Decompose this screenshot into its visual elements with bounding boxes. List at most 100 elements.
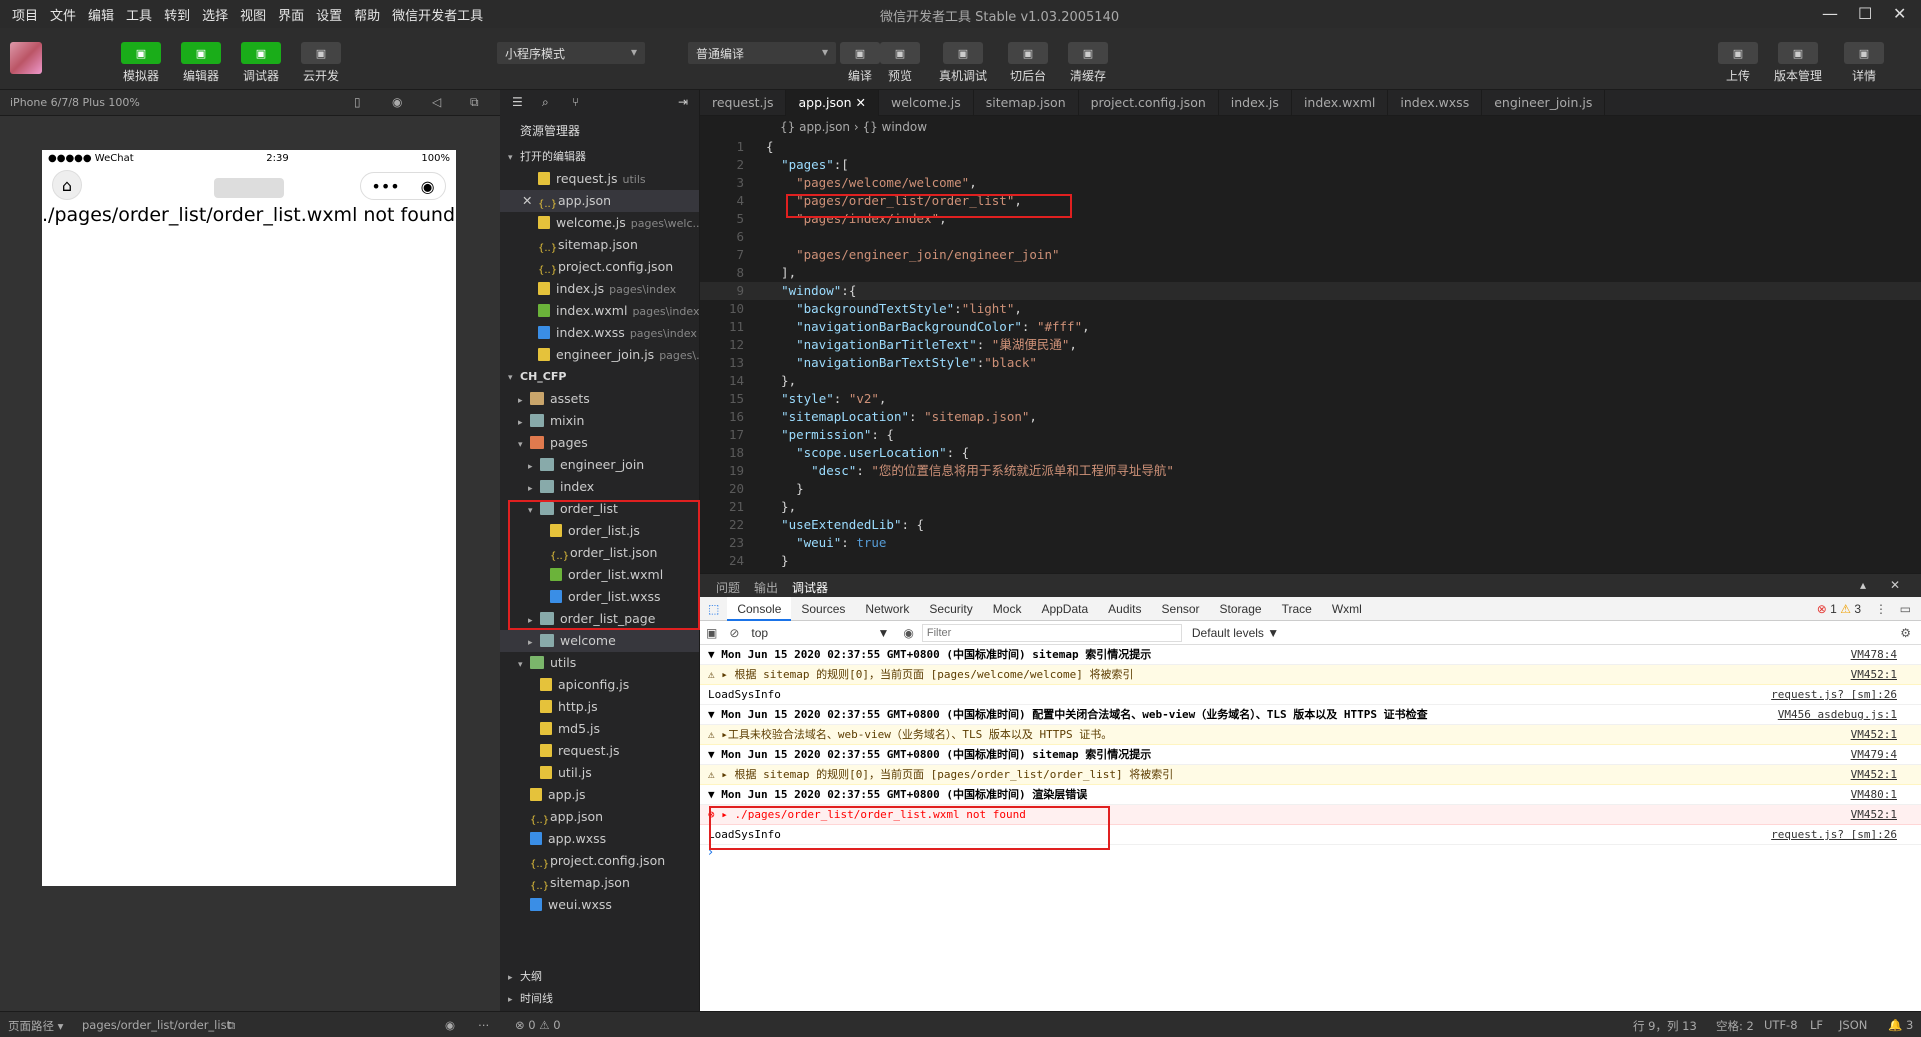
- expand-icon[interactable]: ▾: [528, 500, 540, 522]
- 版本管理-button[interactable]: ▣ 版本管理: [1774, 42, 1822, 84]
- mode-select[interactable]: 小程序模式: [497, 42, 645, 64]
- 切后台-button[interactable]: ▣ 切后台: [1008, 42, 1048, 84]
- log-source-link[interactable]: VM452:1: [1850, 725, 1897, 744]
- devtools-tab[interactable]: Trace: [1272, 597, 1322, 621]
- issue-counts[interactable]: ⊗ 1 ⚠ 3: [1817, 602, 1861, 616]
- file-item[interactable]: app.wxss: [500, 828, 699, 850]
- 编辑器-button[interactable]: ▣ 编辑器: [181, 42, 221, 84]
- project-header[interactable]: ▾ CH_CFP: [500, 366, 699, 388]
- maximize-icon[interactable]: ☐: [1858, 4, 1872, 23]
- close-miniapp-icon[interactable]: ◉: [421, 177, 435, 196]
- log-row[interactable]: ⚠ ▸工具未校验合法域名、web-view（业务域名）、TLS 版本以及 HTT…: [700, 725, 1921, 745]
- folder-item[interactable]: ▸ welcome: [500, 630, 699, 652]
- page-path-label[interactable]: 页面路径 ▾: [8, 1018, 63, 1034]
- expand-icon[interactable]: ▾: [518, 654, 530, 676]
- menu-item[interactable]: 转到: [158, 5, 196, 24]
- dock-icon[interactable]: ▭: [1900, 602, 1911, 616]
- menu-item[interactable]: 界面: [272, 5, 310, 24]
- log-row[interactable]: LoadSysInfo request.js? [sm]:26: [700, 825, 1921, 845]
- editor-tab[interactable]: index.wxss: [1388, 90, 1483, 116]
- device-select[interactable]: iPhone 6/7/8 Plus 100%: [10, 96, 140, 109]
- git-icon[interactable]: ⑂: [572, 95, 579, 109]
- open-editor-item[interactable]: welcome.js pages\welc...: [500, 212, 699, 234]
- folder-item[interactable]: ▾ order_list: [500, 498, 699, 520]
- file-item[interactable]: request.js: [500, 740, 699, 762]
- file-item[interactable]: weui.wxss: [500, 894, 699, 916]
- devtools-tab[interactable]: Audits: [1098, 597, 1151, 621]
- editor-tab[interactable]: app.json ✕: [786, 90, 879, 116]
- editor-tab[interactable]: welcome.js: [879, 90, 974, 116]
- log-source-link[interactable]: VM456 asdebug.js:1: [1778, 705, 1897, 724]
- expand-icon[interactable]: ▸: [528, 632, 540, 654]
- close-panel-icon[interactable]: ✕: [1890, 578, 1900, 592]
- file-item[interactable]: app.js: [500, 784, 699, 806]
- menu-item[interactable]: 帮助: [348, 5, 386, 24]
- folder-item[interactable]: ▸ engineer_join: [500, 454, 699, 476]
- menu-item[interactable]: 项目: [6, 5, 44, 24]
- devtools-tab[interactable]: Mock: [983, 597, 1032, 621]
- editor-tab[interactable]: engineer_join.js: [1482, 90, 1606, 116]
- log-source-link[interactable]: VM452:1: [1850, 665, 1897, 684]
- notifications[interactable]: 🔔 3: [1888, 1018, 1913, 1032]
- log-row[interactable]: ▼ Mon Jun 15 2020 02:37:55 GMT+0800 (中国标…: [700, 785, 1921, 805]
- menu-item[interactable]: 选择: [196, 5, 234, 24]
- log-row[interactable]: ▼ Mon Jun 15 2020 02:37:55 GMT+0800 (中国标…: [700, 645, 1921, 665]
- list-icon[interactable]: ☰: [512, 95, 523, 109]
- log-row[interactable]: ⊗ ▸ ./pages/order_list/order_list.wxml n…: [700, 805, 1921, 825]
- file-item[interactable]: order_list.js: [500, 520, 699, 542]
- folder-item[interactable]: ▸ order_list_page: [500, 608, 699, 630]
- console-prompt[interactable]: ›: [700, 845, 1921, 860]
- log-source-link[interactable]: VM480:1: [1851, 785, 1897, 804]
- close-tab-icon[interactable]: ✕: [852, 95, 866, 110]
- problem-counts[interactable]: ⊗ 0 ⚠ 0: [515, 1018, 561, 1032]
- 真机调试-button[interactable]: ▣ 真机调试: [939, 42, 987, 84]
- 预览-button[interactable]: ▣ 预览: [880, 42, 920, 84]
- log-source-link[interactable]: VM452:1: [1850, 765, 1897, 784]
- folder-item[interactable]: ▸ assets: [500, 388, 699, 410]
- settings-gear-icon[interactable]: ⚙: [1900, 626, 1911, 640]
- collapse-panel-icon[interactable]: ⇥: [678, 95, 688, 109]
- outline-header[interactable]: ▸ 大纲: [500, 966, 542, 988]
- editor-tab[interactable]: sitemap.json: [974, 90, 1079, 116]
- sidebar-toggle-icon[interactable]: ▣: [700, 626, 723, 640]
- file-item[interactable]: http.js: [500, 696, 699, 718]
- log-source-link[interactable]: VM478:4: [1851, 645, 1897, 664]
- log-row[interactable]: ▼ Mon Jun 15 2020 02:37:55 GMT+0800 (中国标…: [700, 745, 1921, 765]
- log-source-link[interactable]: request.js? [sm]:26: [1771, 825, 1897, 844]
- more-icon[interactable]: •••: [371, 177, 399, 196]
- expand-icon[interactable]: ▸: [518, 412, 530, 434]
- capsule-menu[interactable]: ••• ◉: [360, 172, 446, 200]
- editor-tab[interactable]: request.js: [700, 90, 787, 116]
- preview-eye-icon[interactable]: ◉: [445, 1018, 455, 1032]
- volume-icon[interactable]: ◁: [432, 95, 441, 109]
- expand-icon[interactable]: ▸: [528, 478, 540, 500]
- open-editor-item[interactable]: index.wxss pages\index: [500, 322, 699, 344]
- devtools-tab[interactable]: Storage: [1210, 597, 1272, 621]
- menu-item[interactable]: 文件: [44, 5, 82, 24]
- menu-item[interactable]: 设置: [310, 5, 348, 24]
- expand-icon[interactable]: ▸: [528, 610, 540, 632]
- file-item[interactable]: order_list.wxss: [500, 586, 699, 608]
- panel-tab[interactable]: 输出: [754, 579, 778, 596]
- context-select[interactable]: top ▼: [745, 626, 895, 640]
- log-row[interactable]: ⚠ ▸ 根据 sitemap 的规则[0]，当前页面 [pages/welcom…: [700, 665, 1921, 685]
- 详情-button[interactable]: ▣ 详情: [1844, 42, 1884, 84]
- panel-tab[interactable]: 问题: [716, 579, 740, 596]
- file-item[interactable]: md5.js: [500, 718, 699, 740]
- log-row[interactable]: ⚠ ▸ 根据 sitemap 的规则[0]，当前页面 [pages/order_…: [700, 765, 1921, 785]
- expand-icon[interactable]: ▸: [528, 456, 540, 478]
- devtools-tab[interactable]: Console: [727, 596, 792, 621]
- search-icon[interactable]: ⌕: [542, 95, 549, 110]
- eye-icon[interactable]: ◉: [895, 626, 921, 640]
- cursor-position[interactable]: 行 9，列 13: [1633, 1018, 1697, 1034]
- open-editor-item[interactable]: request.js utils: [500, 168, 699, 190]
- log-source-link[interactable]: request.js? [sm]:26: [1771, 685, 1897, 704]
- expand-icon[interactable]: ▸: [518, 390, 530, 412]
- open-editor-item[interactable]: engineer_join.js pages\...: [500, 344, 699, 366]
- devtools-tab[interactable]: Network: [855, 597, 919, 621]
- log-source-link[interactable]: VM479:4: [1851, 745, 1897, 764]
- copy-icon[interactable]: ⧉: [227, 1018, 235, 1033]
- folder-item[interactable]: ▾ pages: [500, 432, 699, 454]
- log-row[interactable]: ▼ Mon Jun 15 2020 02:37:55 GMT+0800 (中国标…: [700, 705, 1921, 725]
- open-editor-item[interactable]: {..}project.config.json: [500, 256, 699, 278]
